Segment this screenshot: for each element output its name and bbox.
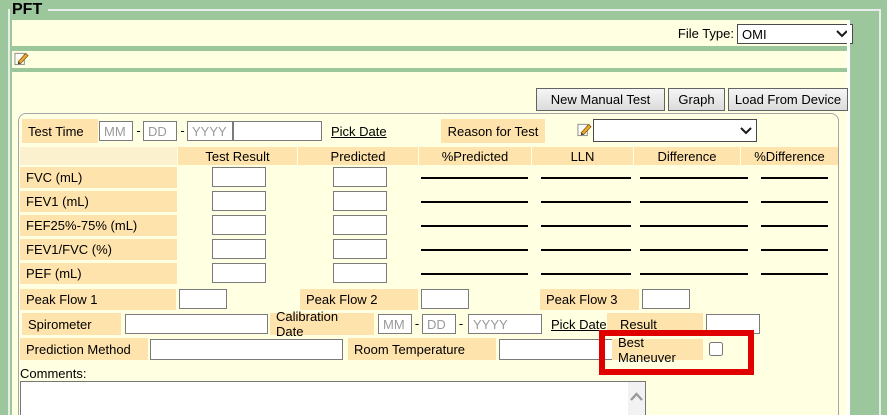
empty-value-line [541, 201, 631, 203]
empty-value-line [541, 249, 631, 251]
empty-value-line [640, 273, 748, 275]
scroll-up-icon[interactable] [630, 390, 643, 415]
row-label-pef: PEF (mL) [20, 263, 177, 284]
reason-for-test-select[interactable] [593, 119, 757, 142]
empty-value-line [421, 201, 528, 203]
fev1-test-result-input[interactable] [212, 191, 266, 211]
empty-value-line [421, 225, 528, 227]
best-maneuver-checkbox[interactable] [709, 342, 723, 356]
spirometer-input[interactable] [125, 314, 268, 334]
file-type-selected-value: OMI [742, 27, 767, 42]
row-label-fvc: FVC (mL) [20, 167, 177, 188]
edit-pencil-icon[interactable] [14, 51, 29, 69]
row-label-fef: FEF25%-75% (mL) [20, 215, 177, 236]
col-predicted: Predicted [298, 147, 418, 165]
fef-predicted-input[interactable] [333, 215, 387, 235]
peak-flow-3-label: Peak Flow 3 [540, 289, 639, 310]
fev1-predicted-input[interactable] [333, 191, 387, 211]
graph-button[interactable]: Graph [668, 88, 725, 111]
best-maneuver-label: Best Maneuver [612, 339, 703, 360]
empty-value-line [421, 249, 528, 251]
pef-predicted-input[interactable] [333, 263, 387, 283]
peak-flow-1-input[interactable] [179, 289, 227, 309]
empty-value-line [640, 225, 748, 227]
empty-value-line [761, 273, 828, 275]
file-type-select[interactable]: OMI [737, 24, 853, 44]
peak-flow-2-label: Peak Flow 2 [300, 289, 418, 310]
pft-page: PFT File Type: OMI New Manual Test Graph… [0, 0, 887, 415]
fvc-predicted-input[interactable] [333, 167, 387, 187]
test-time-year-input[interactable] [187, 121, 233, 141]
prediction-method-label: Prediction Method [20, 338, 148, 360]
empty-value-line [640, 249, 748, 251]
comments-textarea[interactable] [20, 381, 646, 415]
test-time-day-input[interactable] [143, 121, 177, 141]
peak-flow-1-label: Peak Flow 1 [20, 289, 176, 310]
fvc-test-result-input[interactable] [212, 167, 266, 187]
col-percent-difference: %Difference [741, 147, 838, 165]
peak-flow-2-input[interactable] [421, 289, 469, 309]
spirometer-label: Spirometer [22, 313, 121, 335]
reason-for-test-label: Reason for Test [441, 119, 545, 143]
fev1fvc-predicted-input[interactable] [333, 239, 387, 259]
empty-value-line [421, 273, 528, 275]
peak-flow-3-input[interactable] [642, 289, 690, 309]
date-separator: - [458, 316, 464, 331]
empty-value-line [761, 177, 828, 179]
empty-value-line [640, 177, 748, 179]
row-label-fev1-fvc: FEV1/FVC (%) [20, 239, 177, 260]
empty-value-line [640, 201, 748, 203]
room-temperature-label: Room Temperature [348, 338, 496, 360]
pef-test-result-input[interactable] [212, 263, 266, 283]
calibration-day-input[interactable] [422, 314, 456, 334]
date-separator: - [135, 123, 142, 138]
file-type-label: File Type: [660, 26, 734, 41]
page-title: PFT [10, 1, 48, 19]
calibration-year-input[interactable] [468, 314, 542, 334]
col-difference: Difference [634, 147, 740, 165]
panel-right-border [847, 20, 850, 415]
test-time-month-input[interactable] [99, 121, 133, 141]
fef-test-result-input[interactable] [212, 215, 266, 235]
col-test-result: Test Result [178, 147, 297, 165]
calibration-month-input[interactable] [378, 314, 412, 334]
empty-value-line [541, 225, 631, 227]
comments-scrollbar[interactable] [628, 382, 645, 415]
empty-value-line [761, 249, 828, 251]
calibration-date-label: Calibration Date [270, 313, 374, 335]
date-separator: - [414, 316, 420, 331]
reason-edit-pencil-icon[interactable] [577, 122, 592, 140]
col-percent-predicted: %Predicted [419, 147, 531, 165]
test-time-label: Test Time [22, 119, 98, 143]
calibration-pick-date-link[interactable]: Pick Date [551, 317, 607, 332]
empty-value-line [761, 201, 828, 203]
empty-value-line [421, 177, 528, 179]
row-label-fev1: FEV1 (mL) [20, 191, 177, 212]
load-from-device-button[interactable]: Load From Device [728, 88, 848, 111]
prediction-method-input[interactable] [150, 339, 343, 360]
test-time-time-input[interactable] [233, 121, 322, 141]
results-header-blank [20, 147, 177, 165]
fev1fvc-test-result-input[interactable] [212, 239, 266, 259]
empty-value-line [541, 273, 631, 275]
result-label: Result [607, 313, 703, 335]
date-separator: - [179, 123, 186, 138]
result-input[interactable] [706, 314, 760, 334]
chevron-down-icon [740, 127, 752, 135]
pick-date-link[interactable]: Pick Date [331, 124, 387, 139]
col-lln: LLN [532, 147, 633, 165]
new-manual-test-button[interactable]: New Manual Test [536, 88, 665, 111]
comments-label: Comments: [20, 366, 86, 381]
empty-value-line [761, 225, 828, 227]
empty-value-line [541, 177, 631, 179]
edit-bar [12, 51, 847, 68]
